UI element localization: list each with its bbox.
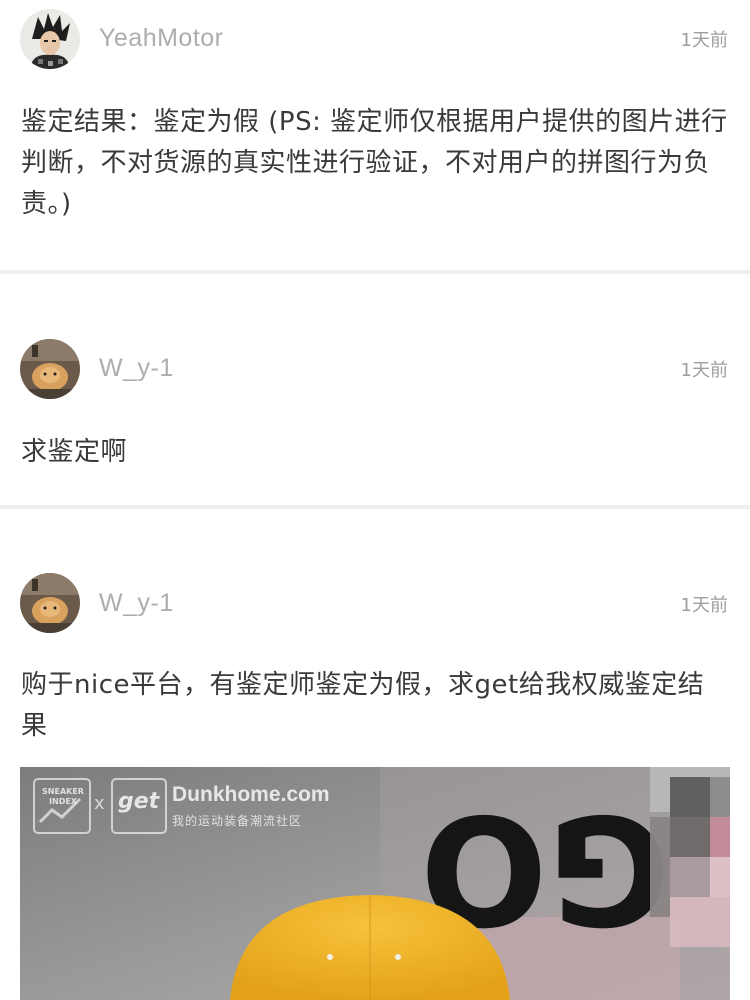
username[interactable]: W_y-1 bbox=[99, 354, 174, 383]
watermark-index-line: INDEX bbox=[49, 797, 77, 806]
cat-avatar-icon bbox=[20, 339, 80, 399]
avatar[interactable] bbox=[20, 9, 80, 69]
timestamp: 1天前 bbox=[680, 595, 728, 616]
comment-yeahmotor: YeahMotor 1天前 鉴定结果：鉴定为假 (PS: 鉴定师仅根据用户提供的… bbox=[0, 0, 750, 270]
comment-text: 求鉴定啊 bbox=[21, 437, 128, 467]
watermark-get-logo: get bbox=[118, 789, 160, 814]
timestamp: 1天前 bbox=[680, 360, 728, 381]
watermark-slogan: 我的运动装备潮流社区 bbox=[172, 814, 303, 828]
watermark-x: x bbox=[94, 793, 105, 814]
username[interactable]: W_y-1 bbox=[99, 589, 174, 618]
comment-text: 鉴定结果：鉴定为假 (PS: 鉴定师仅根据用户提供的图片进行判断，不对货源的真实… bbox=[21, 107, 728, 219]
comment-text: 购于nice平台，有鉴定师鉴定为假，求get给我权威鉴定结果 bbox=[21, 670, 705, 741]
goku-avatar-icon bbox=[20, 9, 80, 69]
watermark-sneaker-index: SNEAKER INDEX bbox=[37, 787, 89, 807]
attached-photo[interactable]: GO SNEAKER INDEX x get Dunkhome.com 我的运动… bbox=[20, 767, 730, 1000]
username[interactable]: YeahMotor bbox=[99, 24, 224, 53]
avatar[interactable] bbox=[20, 339, 80, 399]
comment-wy1: W_y-1 1天前 求鉴定啊 bbox=[0, 274, 750, 505]
timestamp: 1天前 bbox=[680, 30, 728, 51]
avatar[interactable] bbox=[20, 573, 80, 633]
cat-avatar-icon bbox=[20, 573, 80, 633]
watermark-sneaker-line: SNEAKER bbox=[42, 787, 84, 796]
watermark-site: Dunkhome.com bbox=[172, 783, 330, 806]
